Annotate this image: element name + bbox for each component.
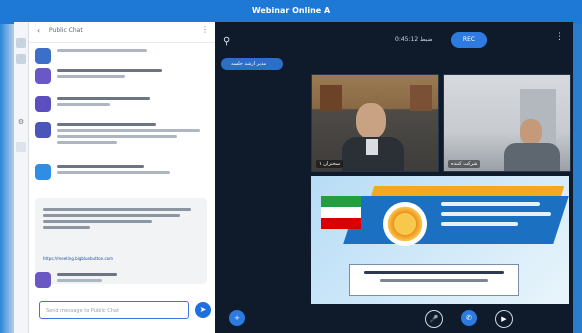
chevron-left-icon[interactable]: ‹ xyxy=(37,26,40,35)
more-options-icon[interactable]: ⋮ xyxy=(555,32,567,44)
chat-title: Public Chat xyxy=(49,27,83,34)
rail-item-users[interactable] xyxy=(16,38,26,48)
welcome-link[interactable]: https://meeting.bigbluebutton.com xyxy=(43,256,199,261)
users-icon[interactable]: ⚲ xyxy=(223,36,230,47)
window-title: Webinar Online A xyxy=(0,0,582,24)
screen: ⚙ ‹ Public Chat ⋮ https://meeting.bigblu… xyxy=(14,22,573,333)
slide-emblem xyxy=(383,202,427,246)
rail-item-notes[interactable] xyxy=(16,142,26,152)
device-frame-left xyxy=(0,24,14,333)
avatar xyxy=(35,272,51,288)
flag-image xyxy=(321,196,361,230)
main-area: ⚲ مدیر ارشد جلسه ضبط 0:45:12 REC ⋮ سخنرا… xyxy=(215,22,573,333)
avatar xyxy=(35,164,51,180)
avatar xyxy=(35,48,51,64)
left-rail: ⚙ xyxy=(14,22,29,333)
avatar xyxy=(35,96,51,112)
chat-panel: ‹ Public Chat ⋮ https://meeting.bigblueb… xyxy=(29,22,215,333)
webcam-label: سخنران ۱ xyxy=(316,160,344,168)
gear-icon[interactable]: ⚙ xyxy=(17,118,25,126)
webcam-video-1[interactable]: سخنران ۱ xyxy=(311,74,439,172)
send-button[interactable]: ➤ xyxy=(195,302,211,318)
webcam-label: شرکت کننده xyxy=(448,160,481,168)
avatar xyxy=(35,68,51,84)
webcam-video-2[interactable]: شرکت کننده xyxy=(443,74,571,172)
plus-button[interactable]: + xyxy=(229,310,245,326)
record-button[interactable]: REC xyxy=(451,32,487,48)
slide-heading xyxy=(441,202,551,238)
chat-header: ‹ Public Chat ⋮ xyxy=(29,22,215,43)
device-frame-right xyxy=(573,24,582,333)
microphone-button[interactable]: 🎤 xyxy=(425,310,443,328)
chat-message-input[interactable]: Send message to Public Chat xyxy=(39,301,189,319)
slide-caption-box xyxy=(349,264,519,296)
user-chip[interactable]: مدیر ارشد جلسه xyxy=(221,58,283,70)
more-options-icon[interactable]: ⋮ xyxy=(201,25,209,34)
session-timer: ضبط 0:45:12 xyxy=(395,36,433,43)
rail-item-chat[interactable] xyxy=(16,54,26,64)
presentation-slide[interactable] xyxy=(311,176,569,304)
chat-notice: https://meeting.bigbluebutton.com xyxy=(35,198,207,284)
camera-button[interactable]: ▶ xyxy=(495,310,513,328)
phone-button[interactable]: ✆ xyxy=(461,310,477,326)
avatar xyxy=(35,122,51,138)
